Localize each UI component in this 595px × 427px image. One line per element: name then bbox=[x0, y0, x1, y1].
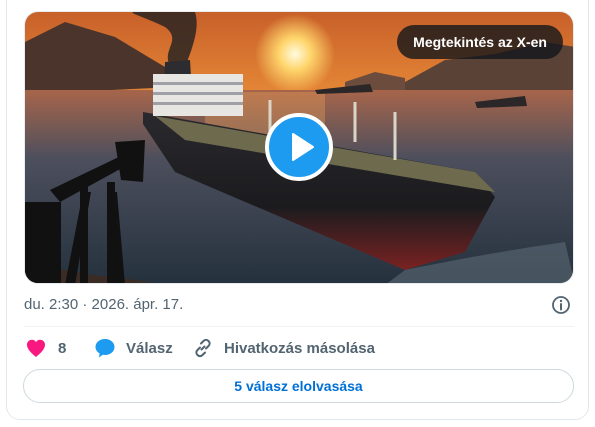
video-thumbnail[interactable]: Megtekintés az X-en bbox=[24, 11, 574, 284]
info-icon[interactable] bbox=[551, 295, 571, 320]
play-button[interactable] bbox=[265, 113, 333, 181]
speech-bubble-icon bbox=[95, 339, 115, 358]
tweet-actions: 8 Válasz Hivatkozás másolása bbox=[24, 336, 574, 360]
heart-icon bbox=[27, 339, 45, 357]
reply-button[interactable]: Válasz bbox=[94, 336, 173, 360]
divider bbox=[24, 326, 574, 327]
play-icon bbox=[292, 133, 314, 161]
link-icon bbox=[195, 338, 211, 358]
view-on-x-button[interactable]: Megtekintés az X-en bbox=[397, 25, 563, 59]
copy-link-button[interactable]: Hivatkozás másolása bbox=[192, 336, 375, 360]
tweet-timestamp[interactable]: du. 2:30 · 2026. ápr. 17. bbox=[24, 296, 183, 313]
copy-link-label: Hivatkozás másolása bbox=[224, 339, 375, 357]
read-replies-button[interactable]: 5 válasz elolvasása bbox=[23, 369, 574, 403]
reply-label: Válasz bbox=[126, 339, 173, 357]
like-count: 8 bbox=[58, 339, 67, 357]
like-button[interactable]: 8 bbox=[24, 336, 66, 360]
